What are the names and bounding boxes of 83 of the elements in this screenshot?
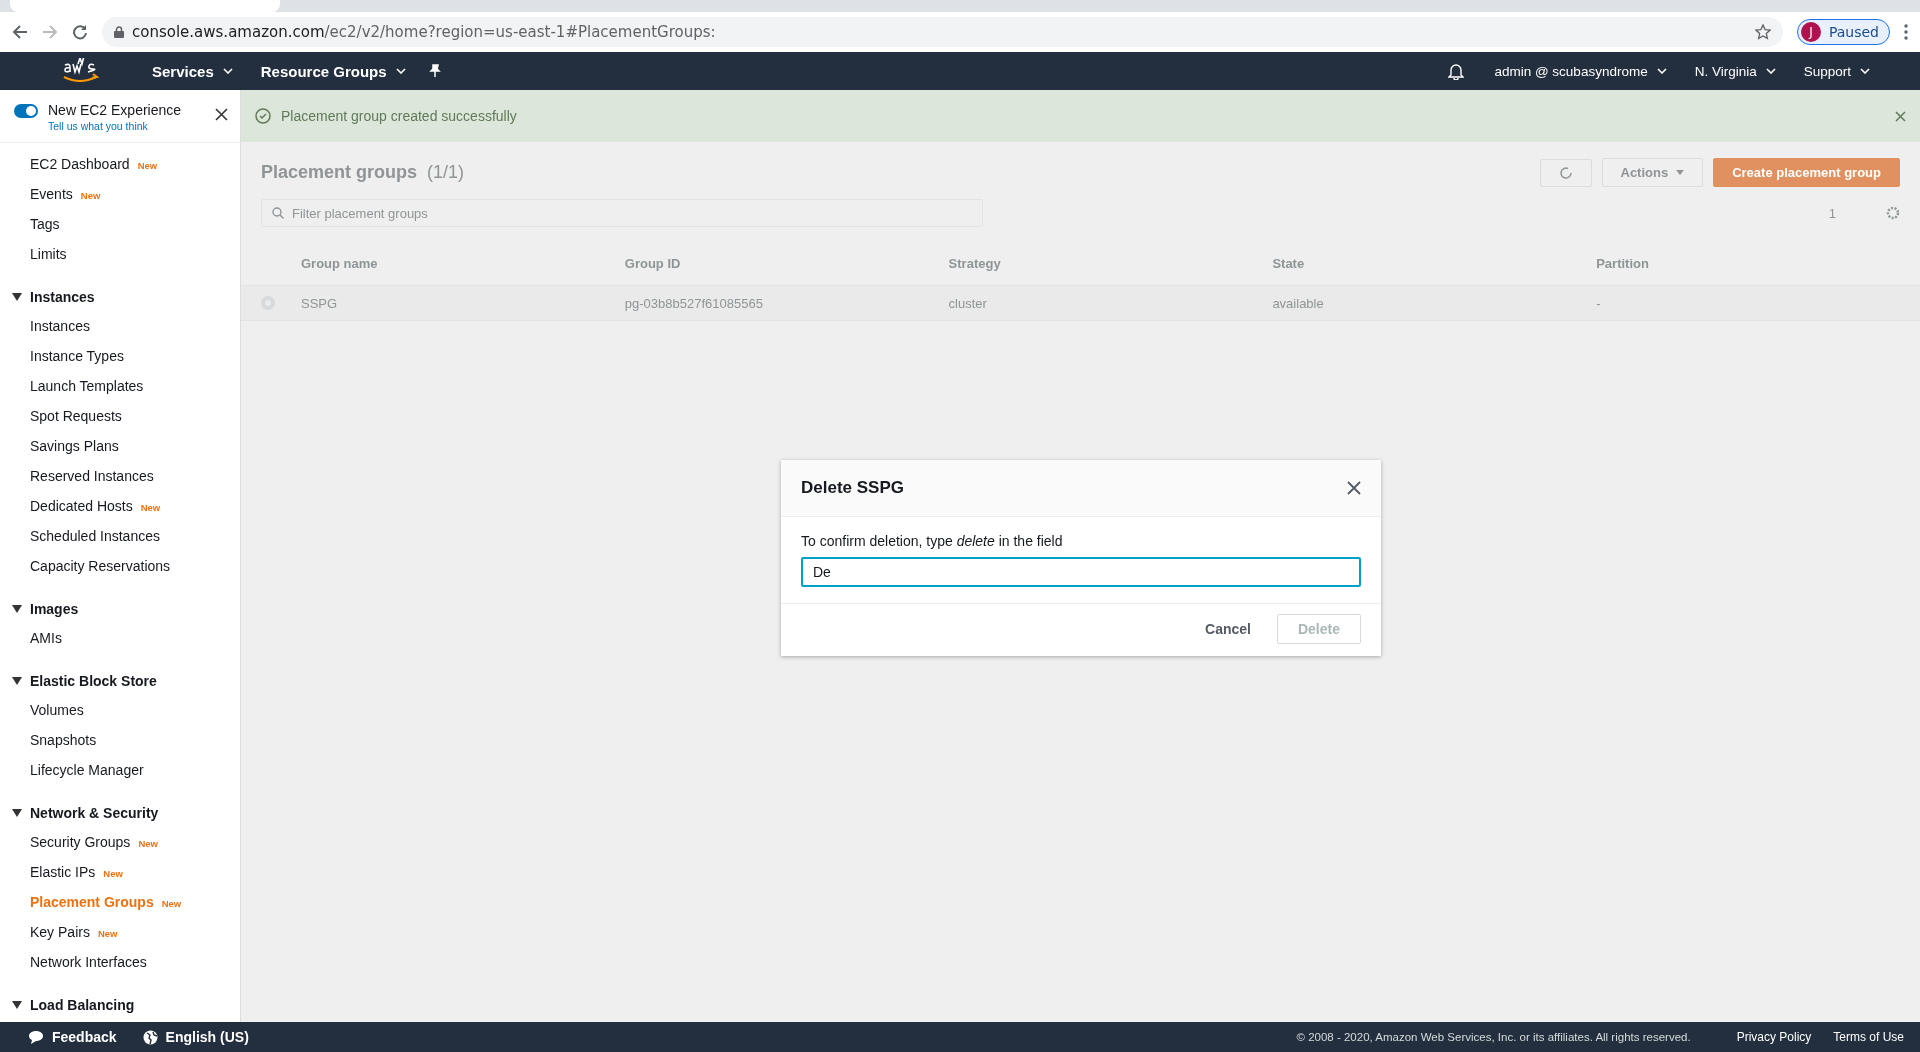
nav-menu[interactable]: Support — [1789, 63, 1884, 79]
nav-item[interactable]: Network Interfaces — [0, 947, 240, 977]
section-header[interactable]: Load Balancing — [0, 991, 240, 1019]
language-selector[interactable]: English (US) — [142, 1029, 249, 1045]
panel-title: Placement groups — [261, 162, 418, 183]
nav-menu[interactable]: Resource Groups — [246, 62, 420, 80]
nav-item[interactable]: Reserved Instances — [0, 461, 240, 491]
new-label: New — [137, 160, 158, 171]
nav-item[interactable]: Scheduled Instances — [0, 521, 240, 551]
nav-item[interactable]: Savings Plans — [0, 431, 240, 461]
check-circle-icon — [255, 108, 271, 124]
close-icon[interactable] — [215, 108, 228, 121]
new-label: New — [138, 838, 158, 849]
nav-item[interactable]: Instances — [0, 311, 240, 341]
star-icon[interactable] — [1754, 24, 1771, 40]
bell-icon[interactable] — [1448, 62, 1465, 80]
section-header[interactable]: Instances — [0, 283, 240, 311]
nav-item[interactable]: Launch Templates — [0, 371, 240, 401]
table-cell: - — [1596, 295, 1601, 311]
caret-icon — [1765, 68, 1776, 74]
nav-item[interactable]: Capacity Reservations — [0, 551, 240, 581]
address-bar[interactable]: console.aws.amazon.com/ec2/v2/home?region=us-east-1#PlacementGroups: — [102, 17, 1783, 47]
globe-icon — [142, 1029, 158, 1045]
dialog-title: Delete SSPG — [801, 478, 904, 498]
nav-item[interactable]: Elastic IPs New — [0, 857, 240, 887]
new-label: New — [161, 898, 182, 909]
caret-icon — [395, 68, 406, 74]
table-cell: SSPG — [301, 295, 338, 311]
avatar: J — [1800, 22, 1821, 42]
settings-icon[interactable] — [1886, 206, 1900, 220]
cancel-button[interactable]: Cancel — [1197, 615, 1259, 643]
search-icon — [272, 207, 284, 219]
caret-icon — [1676, 170, 1685, 175]
table-cell: cluster — [948, 295, 987, 311]
nav-menu[interactable]: Services — [138, 62, 247, 80]
back-icon[interactable] — [12, 24, 28, 40]
table-cell: pg-03b8b527f61085565 — [624, 295, 763, 311]
nav-item[interactable]: Snapshots — [0, 725, 240, 755]
confirm-input[interactable]: De — [801, 557, 1361, 587]
section-header[interactable]: Images — [0, 595, 240, 623]
url-text: console.aws.amazon.com/ec2/v2/home?region=us-east-1#PlacementGroups: — [132, 23, 716, 41]
experience-toggle[interactable] — [14, 104, 38, 118]
copyright-text: © 2008 - 2020, Amazon Web Services, Inc. or its affiliates. All rights reserved. — [1296, 1031, 1691, 1043]
confirm-prompt: To confirm deletion, type delete in the field — [801, 533, 1064, 549]
lock-icon — [114, 26, 124, 38]
section-header[interactable]: Elastic Block Store — [0, 667, 240, 695]
close-icon[interactable] — [1347, 481, 1361, 495]
section-header[interactable]: Network & Security — [0, 799, 240, 827]
new-label: New — [80, 190, 101, 201]
new-label: New — [97, 928, 118, 939]
table-cell: available — [1272, 295, 1324, 311]
feedback-link[interactable]: Feedback — [28, 1029, 117, 1045]
menu-icon[interactable] — [1904, 24, 1908, 40]
item-count: (1/1) — [427, 162, 465, 183]
caret-icon — [1860, 68, 1870, 74]
nav-menu[interactable]: N. Virginia — [1680, 63, 1790, 79]
profile-button[interactable]: J Paused — [1796, 19, 1890, 45]
caret-icon — [222, 68, 233, 74]
nav-item[interactable]: Spot Requests — [0, 401, 240, 431]
caret-icon — [1656, 68, 1667, 74]
speech-bubble-icon — [28, 1030, 44, 1044]
nav-item[interactable]: Instance Types — [0, 341, 240, 371]
nav-item[interactable]: Volumes — [0, 695, 240, 725]
nav-item[interactable]: AMIs — [0, 623, 240, 653]
refresh-icon — [1558, 165, 1573, 180]
banner-message: Placement group created successfully — [281, 108, 517, 124]
nav-item[interactable]: Limits — [0, 239, 240, 269]
nav-item[interactable]: Dedicated Hosts New — [0, 491, 240, 521]
nav-menu[interactable]: admin @ scubasyndrome — [1480, 63, 1681, 79]
feedback-link[interactable]: Tell us what you think — [48, 120, 182, 132]
new-label: New — [140, 502, 161, 513]
nav-item[interactable]: Key Pairs New — [0, 917, 240, 947]
toggle-label: New EC2 Experience — [48, 102, 182, 118]
nav-item[interactable]: Tags — [0, 209, 240, 239]
nav-item[interactable]: EC2 Dashboard New — [0, 149, 240, 179]
nav-item[interactable]: Events New — [0, 179, 240, 209]
footer-link[interactable]: Privacy Policy — [1736, 1030, 1812, 1044]
footer-link[interactable]: Terms of Use — [1833, 1030, 1904, 1044]
pin-icon[interactable] — [427, 64, 442, 78]
nav-item[interactable]: Security Groups New — [0, 827, 240, 857]
new-label: New — [103, 868, 123, 879]
nav-item[interactable]: Lifecycle Manager — [0, 755, 240, 785]
reload-icon[interactable] — [72, 24, 88, 40]
